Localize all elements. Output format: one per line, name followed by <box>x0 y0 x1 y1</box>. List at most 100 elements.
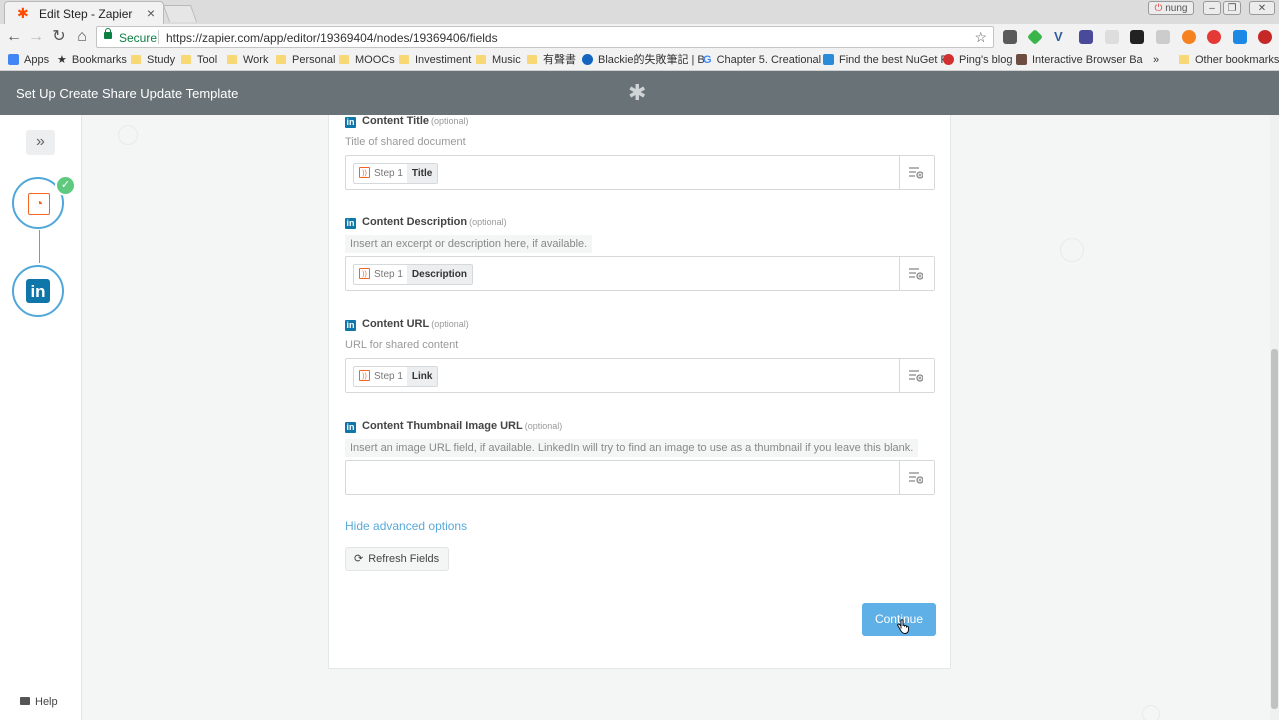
bookmark-personal[interactable]: Personal <box>276 53 335 67</box>
content-title-input[interactable]: )) Step 1 Title <box>345 155 935 190</box>
address-row: ← → ↻ ⌂ Secure https://zapier.com/app/ed… <box>0 24 1279 51</box>
insert-field-icon <box>909 167 923 179</box>
close-tab-icon[interactable]: × <box>147 5 155 21</box>
pocket-extension-icon[interactable] <box>1003 30 1017 44</box>
page-scrollbar[interactable] <box>1270 115 1279 720</box>
zapier-logo-icon: ✱ <box>628 80 647 105</box>
mapped-field-pill[interactable]: )) Step 1 Title <box>353 163 439 184</box>
bookmark-pings-blog[interactable]: Ping's blog <box>943 53 1012 67</box>
content-thumbnail-input[interactable] <box>345 460 935 495</box>
bookmark-work[interactable]: Work <box>227 53 268 67</box>
folder-icon <box>476 55 486 64</box>
scrollbar-thumb[interactable] <box>1271 349 1278 709</box>
home-icon[interactable]: ⌂ <box>74 29 90 45</box>
content-title-field: in Content Title (optional) Title of share… <box>345 115 935 190</box>
field-hint: URL for shared content <box>345 339 459 351</box>
blue-extension-icon[interactable] <box>1233 30 1247 44</box>
bookmark-music[interactable]: Music <box>476 53 521 67</box>
url-text[interactable]: https://zapier.com/app/editor/19369404/n… <box>166 31 498 45</box>
field-label: Content Description <box>362 216 468 228</box>
refresh-icon: ⟳ <box>354 553 364 565</box>
grey-extension-icon[interactable] <box>1105 30 1119 44</box>
forward-arrow-icon[interactable]: → <box>28 29 44 45</box>
folder-icon <box>276 55 286 64</box>
content-url-field: in Content URL (optional) URL for shared c… <box>345 317 935 393</box>
refresh-fields-button[interactable]: ⟳ Refresh Fields <box>345 547 450 571</box>
window-close-button[interactable]: ✕ <box>1249 1 1275 15</box>
insert-field-button[interactable] <box>899 461 934 494</box>
bookmark-study[interactable]: Study <box>131 53 175 67</box>
mapped-field-pill[interactable]: )) Step 1 Description <box>353 264 473 285</box>
insert-field-button[interactable] <box>899 156 934 189</box>
mapped-field-pill[interactable]: )) Step 1 Link <box>353 366 439 387</box>
purple-extension-icon[interactable] <box>1079 30 1093 44</box>
blog-icon <box>582 54 593 65</box>
bookmark-interactive-browser[interactable]: Interactive Browser Ba <box>1016 53 1143 67</box>
hide-advanced-options-link[interactable]: Hide advanced options <box>345 519 467 533</box>
bookmark-nuget[interactable]: Find the best NuGet P <box>823 53 948 67</box>
field-label: Content URL <box>362 318 430 330</box>
linkedin-icon: in <box>26 279 50 303</box>
field-hint: Title of shared document <box>345 136 466 148</box>
bookmark-blackie[interactable]: Blackie的失敗筆記 | B <box>582 53 705 67</box>
dark-extension-icon[interactable] <box>1130 30 1144 44</box>
chat-icon <box>20 697 30 705</box>
folder-icon <box>339 55 349 64</box>
back-arrow-icon[interactable]: ← <box>6 29 22 45</box>
minimize-button[interactable]: – <box>1203 1 1221 15</box>
folder-icon <box>399 55 409 64</box>
rss-icon: )) <box>359 167 370 178</box>
linkedin-icon: in <box>345 320 356 331</box>
secure-label: Secure <box>119 31 158 45</box>
nuget-icon <box>823 54 834 65</box>
linkedin-icon: in <box>345 117 356 128</box>
bookmark-chapter5[interactable]: G Chapter 5. Creational <box>703 53 821 67</box>
reload-icon[interactable]: ↻ <box>51 29 67 45</box>
hand-cursor-icon <box>897 619 909 634</box>
bookmark-star-icon[interactable]: ☆ <box>974 29 987 46</box>
content-description-input[interactable]: )) Step 1 Description <box>345 256 935 291</box>
rss-icon: ◔ <box>28 193 50 215</box>
content-thumbnail-field: in Content Thumbnail Image URL (optional) … <box>345 419 935 495</box>
linkedin-icon: in <box>345 218 356 229</box>
insert-field-button[interactable] <box>899 257 934 290</box>
folder-icon <box>181 55 191 64</box>
bookmark-other[interactable]: Other bookmarks <box>1179 53 1279 67</box>
insert-field-button[interactable] <box>899 359 934 392</box>
field-hint: Insert an image URL field, if available.… <box>345 439 919 457</box>
editor-canvas: in Content Title (optional) Title of share… <box>82 115 1270 720</box>
folder-icon <box>227 55 237 64</box>
expand-sidebar-button[interactable]: » <box>26 130 55 155</box>
fields-card: in Content Title (optional) Title of share… <box>328 115 951 669</box>
google-icon: G <box>703 54 712 66</box>
content-description-field: in Content Description (optional) Insert a… <box>345 215 935 291</box>
content-url-input[interactable]: )) Step 1 Link <box>345 358 935 393</box>
insert-field-icon <box>909 472 923 484</box>
bookmark-bookmarks[interactable]: ★ Bookmarks <box>57 53 127 67</box>
opera-extension-icon[interactable] <box>1207 30 1221 44</box>
page-title: Set Up Create Share Update Template <box>16 86 239 101</box>
help-link[interactable]: Help <box>20 696 58 708</box>
tab-title: Edit Step - Zapier <box>39 7 133 21</box>
bookmarks-overflow-button[interactable]: » <box>1153 53 1159 67</box>
reader-extension-icon[interactable] <box>1156 30 1170 44</box>
bookmark-audiobooks[interactable]: 有聲書 <box>527 53 576 67</box>
maximize-button[interactable]: ❐ <box>1223 1 1241 15</box>
bookmark-tool[interactable]: Tool <box>181 53 217 67</box>
new-tab-button[interactable] <box>162 5 198 22</box>
omnibox[interactable]: Secure https://zapier.com/app/editor/193… <box>96 26 994 48</box>
green-extension-icon[interactable] <box>1027 29 1043 45</box>
site-icon <box>1016 54 1027 65</box>
browser-tab[interactable]: ✱ Edit Step - Zapier × <box>4 1 164 24</box>
orange-extension-icon[interactable] <box>1182 30 1196 44</box>
apps-grid-icon <box>8 54 19 65</box>
rss-icon: )) <box>359 268 370 279</box>
bookmark-moocs[interactable]: MOOCs <box>339 53 395 67</box>
v-extension-icon[interactable]: V <box>1054 30 1068 44</box>
bookmarks-bar: Apps ★ Bookmarks Study Tool Work Personal… <box>0 51 1279 71</box>
action-step-node[interactable]: in <box>12 265 64 317</box>
red-extension-icon[interactable] <box>1258 30 1272 44</box>
bookmark-investiment[interactable]: Investiment <box>399 53 471 67</box>
bookmark-apps[interactable]: Apps <box>8 53 49 67</box>
profile-button[interactable]: ⏻ nung <box>1148 1 1194 15</box>
